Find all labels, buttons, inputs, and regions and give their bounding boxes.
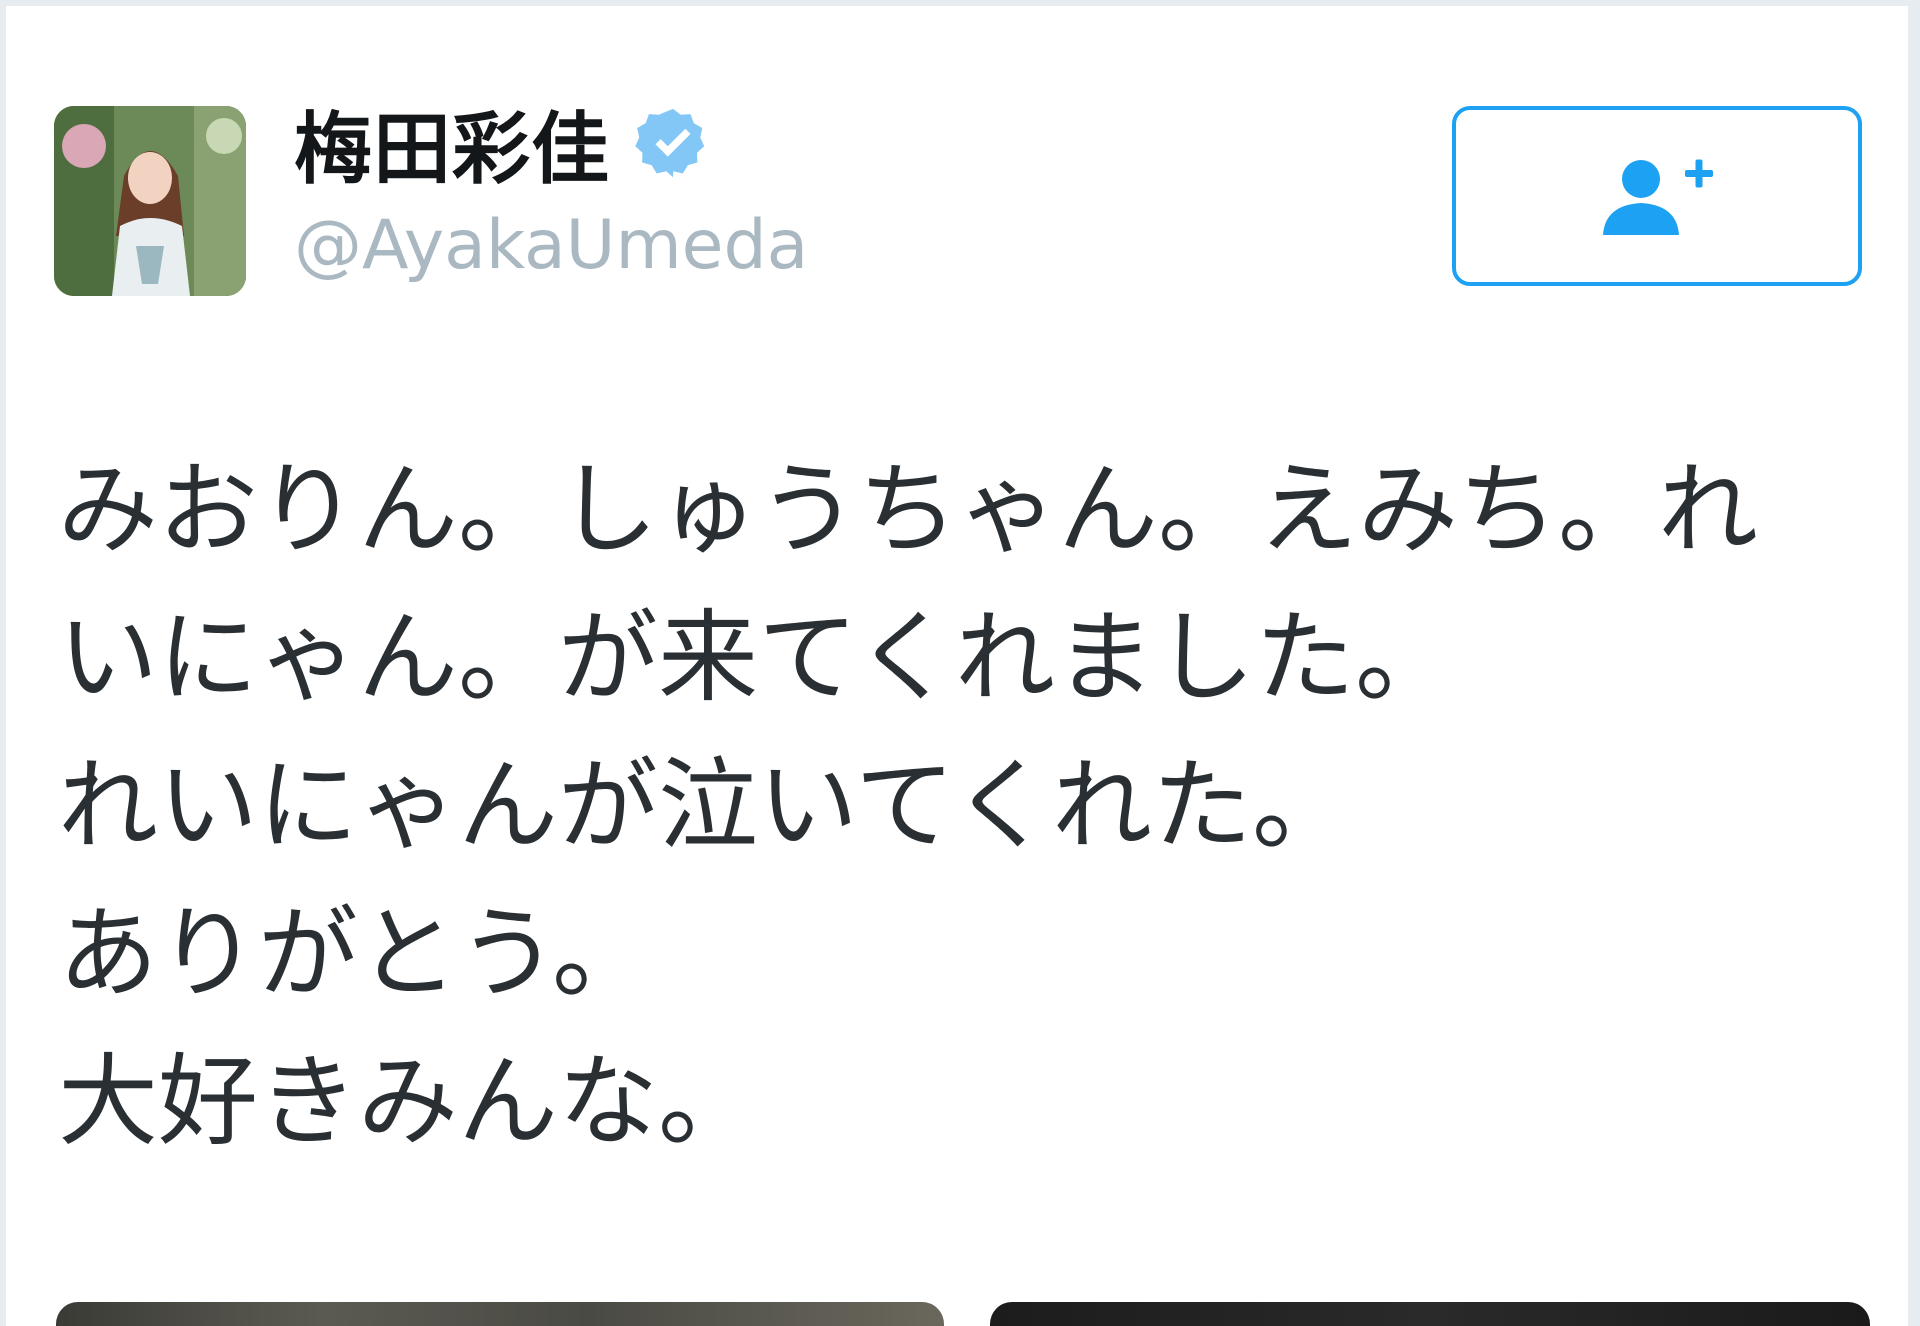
tweet-text: みおりん。しゅうちゃん。えみち。れ いにゃん。が来てくれました。 れいにゃんが泣… <box>58 436 1858 1176</box>
user-handle[interactable]: @AyakaUmeda <box>294 206 808 285</box>
follow-button[interactable] <box>1452 106 1862 286</box>
tweet-text-line: 大好きみんな。 <box>58 1043 758 1160</box>
tweet-text-line: みおりん。しゅうちゃん。えみち。れ <box>58 451 1758 568</box>
display-name[interactable]: 梅田彩佳 <box>294 98 712 195</box>
tweet-text-line: れいにゃんが泣いてくれた。 <box>58 747 1352 864</box>
tweet-text-line: ありがとう。 <box>58 895 652 1012</box>
avatar-photo <box>54 106 246 296</box>
follow-user-plus-icon <box>1603 159 1713 235</box>
media-thumbnail[interactable] <box>990 1302 1870 1326</box>
tweet-card: 梅田彩佳 @AyakaUmeda みおりん。しゅうちゃん。えみち。れ いにゃん。… <box>6 6 1908 1326</box>
avatar[interactable] <box>54 106 246 296</box>
media-thumbnail[interactable] <box>56 1302 944 1326</box>
display-name-text: 梅田彩佳 <box>294 105 611 195</box>
tweet-text-line: いにゃん。が来てくれました。 <box>58 599 1455 716</box>
verified-badge-icon <box>634 104 712 182</box>
